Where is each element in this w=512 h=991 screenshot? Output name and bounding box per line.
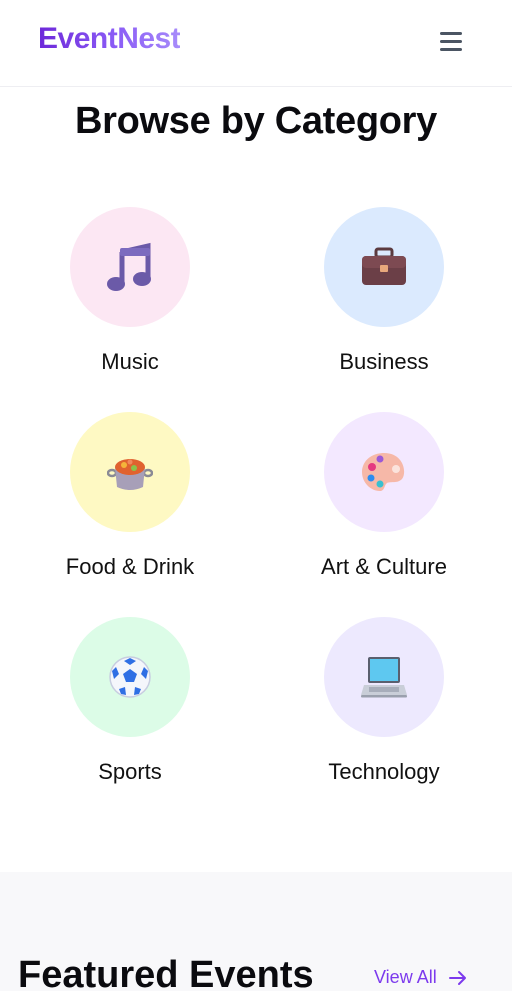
category-icon-circle [70,617,190,737]
top-header: EventNest [0,0,512,87]
category-label: Art & Culture [321,554,447,579]
hamburger-menu-icon-line [440,48,462,51]
category-food-drink[interactable]: Food & Drink [30,412,230,592]
category-icon-circle [324,617,444,737]
category-art-culture[interactable]: Art & Culture [284,412,484,592]
category-sports[interactable]: Sports [30,617,230,797]
category-label: Technology [328,759,440,784]
menu-button[interactable] [434,26,468,56]
hamburger-menu-icon-line [440,40,462,43]
category-icon-circle [70,207,190,327]
category-label: Sports [98,759,162,784]
hamburger-menu-icon [440,32,462,35]
soccer-ball-icon [109,656,151,698]
view-all-label: View All [374,967,437,987]
category-icon-circle [70,412,190,532]
featured-events-section: Featured Events View All [0,872,512,991]
featured-events-title: Featured Events [18,954,314,991]
category-business[interactable]: Business [284,207,484,387]
laptop-icon [361,657,407,698]
category-icon-circle [324,207,444,327]
category-music[interactable]: Music [30,207,230,387]
category-icon-circle [324,412,444,532]
view-all-link[interactable]: View All [374,967,467,988]
stew-pot-icon [107,459,153,490]
music-note-icon [107,242,151,291]
category-label: Music [101,349,159,374]
category-label: Food & Drink [65,554,195,579]
arrow-right-icon [448,970,466,985]
category-technology[interactable]: Technology [284,617,484,797]
artist-palette-icon [362,453,405,491]
section-title: Browse by Category [74,100,438,142]
category-label: Business [339,349,429,374]
briefcase-icon [362,247,406,285]
brand-logo[interactable]: EventNest [38,22,181,56]
